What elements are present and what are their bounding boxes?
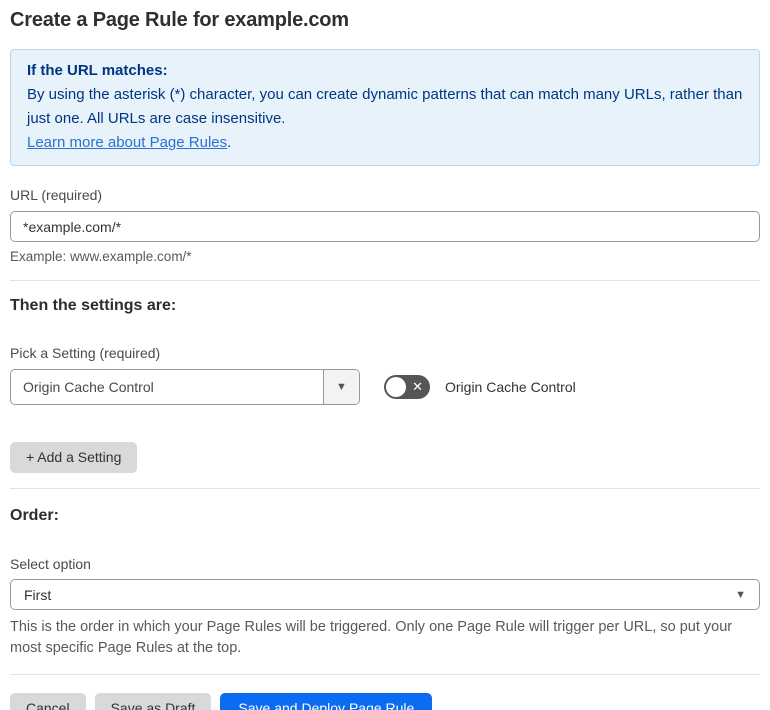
setting-dropdown[interactable]: Origin Cache Control ▼ bbox=[10, 369, 360, 405]
caret-down-icon: ▼ bbox=[735, 588, 746, 601]
setting-row: Origin Cache Control ▼ ✕ Origin Cache Co… bbox=[10, 369, 760, 405]
info-box-body: By using the asterisk (*) character, you… bbox=[27, 86, 743, 127]
save-as-draft-button[interactable]: Save as Draft bbox=[94, 693, 212, 710]
url-example-helper: Example: www.example.com/* bbox=[10, 249, 192, 264]
setting-dropdown-value: Origin Cache Control bbox=[23, 379, 154, 395]
settings-section-heading: Then the settings are: bbox=[10, 297, 177, 314]
order-select-label: Select option bbox=[10, 556, 91, 572]
divider bbox=[10, 674, 760, 675]
order-select[interactable]: First ▼ bbox=[10, 579, 760, 610]
url-match-info-box: If the URL matches: By using the asteris… bbox=[10, 49, 760, 166]
toggle-label: Origin Cache Control bbox=[445, 379, 576, 395]
footer-actions: Cancel Save as Draft Save and Deploy Pag… bbox=[10, 693, 760, 710]
toggle-knob bbox=[386, 377, 406, 397]
divider bbox=[10, 488, 760, 489]
info-box-heading: If the URL matches: bbox=[27, 62, 168, 79]
url-input[interactable] bbox=[10, 211, 760, 242]
setting-dropdown-arrow-button[interactable]: ▼ bbox=[323, 370, 359, 404]
origin-cache-control-toggle[interactable]: ✕ bbox=[384, 375, 430, 399]
order-section-heading: Order: bbox=[10, 507, 59, 524]
link-suffix: . bbox=[227, 134, 232, 151]
order-helper-text: This is the order in which your Page Rul… bbox=[10, 619, 733, 656]
caret-down-icon: ▼ bbox=[336, 381, 347, 393]
pick-setting-label: Pick a Setting (required) bbox=[10, 345, 161, 361]
page-title: Create a Page Rule for example.com bbox=[10, 9, 349, 31]
url-field-label: URL (required) bbox=[10, 187, 103, 203]
divider bbox=[10, 280, 760, 281]
order-select-value: First bbox=[24, 586, 52, 603]
toggle-x-icon: ✕ bbox=[412, 379, 423, 394]
info-box-link-line: Learn more about Page Rules. bbox=[27, 131, 743, 155]
learn-more-link[interactable]: Learn more about Page Rules bbox=[27, 134, 227, 151]
save-and-deploy-button[interactable]: Save and Deploy Page Rule bbox=[220, 693, 433, 710]
add-setting-button[interactable]: + Add a Setting bbox=[10, 442, 138, 473]
create-page-rule-panel: Create a Page Rule for example.com If th… bbox=[0, 0, 770, 710]
cancel-button[interactable]: Cancel bbox=[10, 693, 86, 710]
